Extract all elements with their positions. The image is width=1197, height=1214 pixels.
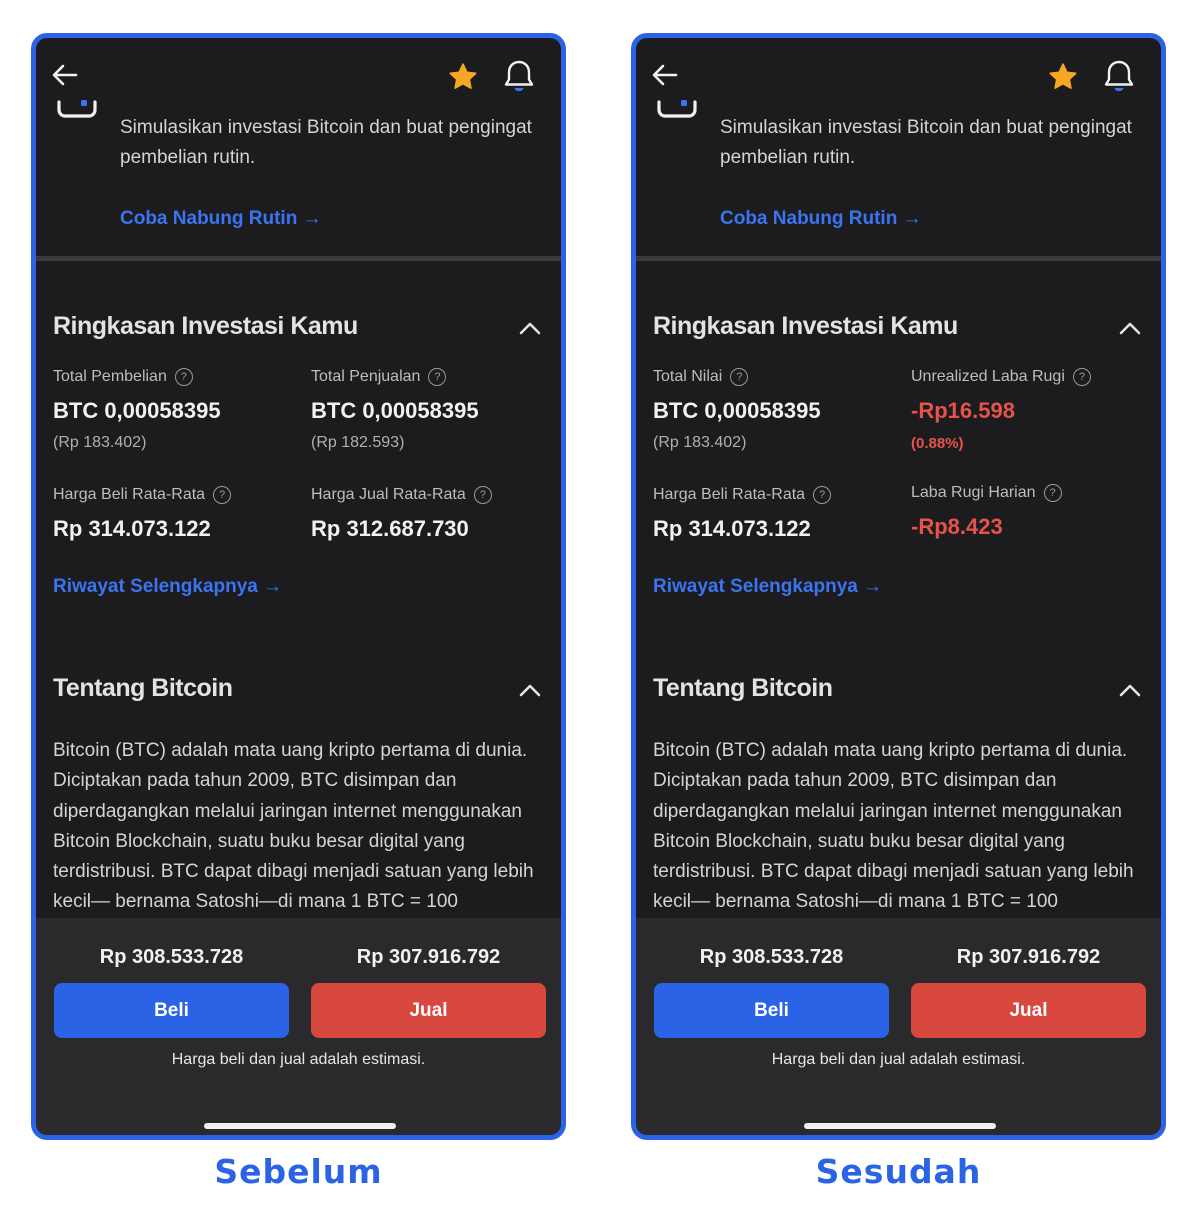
stat-label-text: Total Pembelian [53, 368, 167, 385]
buy-price: Rp 308.533.728 [699, 946, 844, 968]
question-circle-icon[interactable]: ? [473, 486, 492, 504]
summary-section-title: Ringkasan Investasi Kamu [53, 312, 358, 340]
stat-label-text: Unrealized Laba Rugi [911, 368, 1065, 385]
question-circle-icon[interactable]: ? [1072, 368, 1091, 386]
stat-total-value-value: BTC 0,00058395 [653, 398, 821, 423]
caption-before: Sebelum [214, 1152, 383, 1191]
bell-icon[interactable] [501, 58, 537, 96]
history-link[interactable]: Riwayat Selengkapnya → [53, 576, 282, 598]
bell-icon[interactable] [1101, 58, 1137, 96]
arrow-left-icon[interactable] [50, 60, 80, 90]
stat-avg-sell-value: Rp 312.687.730 [311, 516, 469, 541]
section-divider [636, 256, 1161, 261]
buy-button[interactable]: Beli [54, 983, 289, 1038]
stat-label-text: Harga Beli Rata-Rata [53, 486, 206, 503]
stat-label-text: Laba Rugi Harian [911, 484, 1036, 501]
chevron-up-icon[interactable] [517, 318, 543, 338]
stat-daily-pnl-value: -Rp8.423 [911, 514, 1003, 539]
stat-total-purchase-label: Total Pembelian ? [53, 368, 193, 386]
stat-label-text: Harga Jual Rata-Rata [311, 486, 466, 503]
phone-screen-before: Simulasikan investasi Bitcoin dan buat p… [31, 33, 566, 1140]
stat-total-purchase-sub: (Rp 183.402) [53, 434, 147, 451]
stat-total-value-label: Total Nilai ? [653, 368, 749, 386]
stat-unrealized-pnl-value: -Rp16.598 [911, 398, 1015, 423]
stat-label-text: Total Penjualan [311, 368, 421, 385]
stat-total-purchase-value: BTC 0,00058395 [53, 398, 221, 423]
buy-button[interactable]: Beli [654, 983, 889, 1038]
calendar-icon [57, 100, 97, 118]
sell-price: Rp 307.916.792 [956, 946, 1101, 968]
stat-avg-buy-label: Harga Beli Rata-Rata ? [653, 486, 832, 504]
home-indicator[interactable] [204, 1123, 396, 1129]
home-indicator[interactable] [804, 1123, 996, 1129]
star-icon[interactable] [1047, 61, 1079, 93]
stat-avg-buy-value: Rp 314.073.122 [653, 516, 811, 541]
stat-unrealized-pnl-percent: (0.88%) [911, 435, 964, 452]
chevron-up-icon[interactable] [517, 680, 543, 700]
stat-label-text: Harga Beli Rata-Rata [653, 486, 806, 503]
about-description: Bitcoin (BTC) adalah mata uang kripto pe… [653, 740, 1134, 913]
about-section-title: Tentang Bitcoin [653, 674, 833, 702]
caption-after: Sesudah [815, 1152, 982, 1191]
section-divider [36, 256, 561, 261]
stat-daily-pnl-label: Laba Rugi Harian ? [911, 484, 1062, 502]
calendar-icon [657, 100, 697, 118]
about-section-title: Tentang Bitcoin [53, 674, 233, 702]
stat-label-text: Total Nilai [653, 368, 723, 385]
try-recurring-savings-link[interactable]: Coba Nabung Rutin → [720, 208, 922, 230]
chevron-up-icon[interactable] [1117, 318, 1143, 338]
buy-price: Rp 308.533.728 [99, 946, 244, 968]
question-circle-icon[interactable]: ? [213, 486, 232, 504]
stat-total-sale-sub: (Rp 182.593) [311, 434, 405, 451]
phone-screen-after: Simulasikan investasi Bitcoin dan buat p… [631, 33, 1166, 1140]
estimate-note: Harga beli dan jual adalah estimasi. [771, 1051, 1026, 1068]
question-circle-icon[interactable]: ? [730, 368, 749, 386]
sell-button[interactable]: Jual [311, 983, 546, 1038]
stat-avg-buy-value: Rp 314.073.122 [53, 516, 211, 541]
question-circle-icon[interactable]: ? [1043, 484, 1062, 502]
stat-unrealized-pnl-label: Unrealized Laba Rugi ? [911, 368, 1091, 386]
summary-section-title: Ringkasan Investasi Kamu [653, 312, 958, 340]
sell-button[interactable]: Jual [911, 983, 1146, 1038]
stat-total-sale-label: Total Penjualan ? [311, 368, 447, 386]
estimate-note: Harga beli dan jual adalah estimasi. [171, 1051, 426, 1068]
history-link[interactable]: Riwayat Selengkapnya → [653, 576, 882, 598]
question-circle-icon[interactable]: ? [813, 486, 832, 504]
stat-total-value-sub: (Rp 183.402) [653, 434, 747, 451]
promo-description: Simulasikan investasi Bitcoin dan buat p… [120, 117, 532, 168]
promo-description: Simulasikan investasi Bitcoin dan buat p… [720, 117, 1132, 168]
question-circle-icon[interactable]: ? [174, 368, 193, 386]
sell-price: Rp 307.916.792 [356, 946, 501, 968]
stat-avg-buy-label: Harga Beli Rata-Rata ? [53, 486, 232, 504]
stat-avg-sell-label: Harga Jual Rata-Rata ? [311, 486, 492, 504]
question-circle-icon[interactable]: ? [428, 368, 447, 386]
star-icon[interactable] [447, 61, 479, 93]
try-recurring-savings-link[interactable]: Coba Nabung Rutin → [120, 208, 322, 230]
stat-total-sale-value: BTC 0,00058395 [311, 398, 479, 423]
about-description: Bitcoin (BTC) adalah mata uang kripto pe… [53, 740, 534, 913]
arrow-left-icon[interactable] [650, 60, 680, 90]
chevron-up-icon[interactable] [1117, 680, 1143, 700]
